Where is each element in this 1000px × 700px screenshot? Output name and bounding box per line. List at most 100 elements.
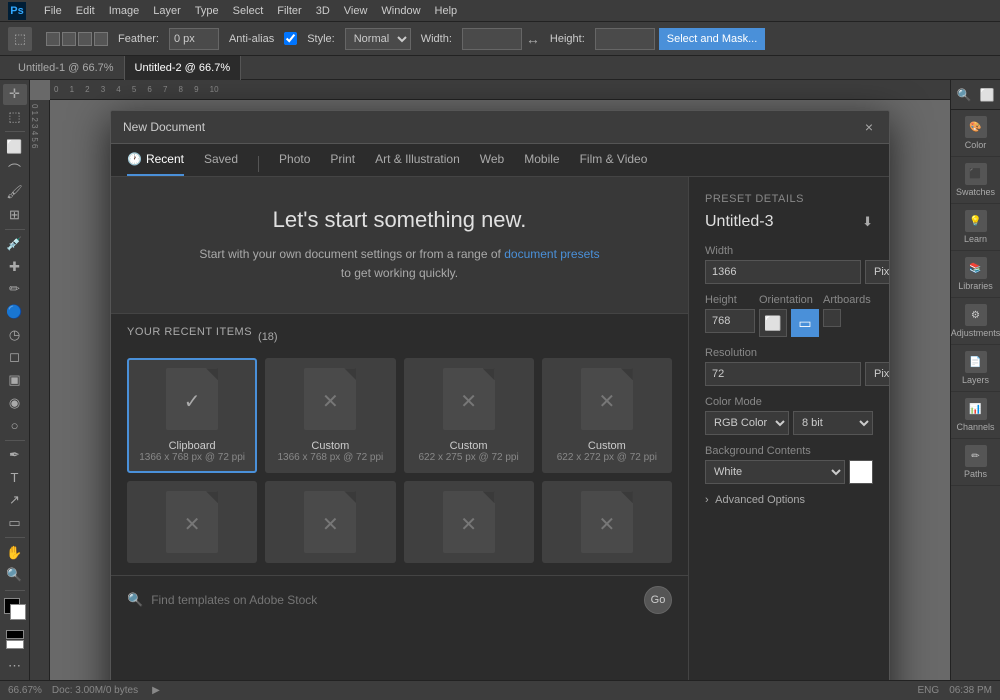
menu-select[interactable]: Select	[233, 5, 264, 17]
menu-file[interactable]: File	[44, 5, 62, 17]
tool-dodge[interactable]: ○	[3, 415, 27, 436]
resolution-unit-select[interactable]: Pixels/Inch	[865, 362, 890, 386]
panel-libraries[interactable]: 📚 Libraries	[951, 251, 1000, 298]
dialog-header: New Document ×	[111, 111, 889, 144]
menu-3d[interactable]: 3D	[316, 5, 330, 17]
template-search-input[interactable]	[151, 593, 636, 607]
height-input[interactable]	[595, 28, 655, 50]
recent-item-0[interactable]: ✕ Custom 1366 x 768 px @ 72 ppi	[265, 358, 395, 473]
resolution-field[interactable]	[705, 362, 861, 386]
menu-help[interactable]: Help	[435, 5, 458, 17]
nav-saved[interactable]: Saved	[204, 152, 238, 176]
recent-item-4[interactable]: ✕	[127, 481, 257, 563]
tool-pen[interactable]: ✒	[3, 445, 27, 466]
menu-type[interactable]: Type	[195, 5, 219, 17]
tool-gradient[interactable]: ▣	[3, 370, 27, 391]
menu-edit[interactable]: Edit	[76, 5, 95, 17]
nav-recent[interactable]: 🕐 Recent	[127, 152, 184, 176]
recent-item-5[interactable]: ✕	[265, 481, 395, 563]
color-depth-select[interactable]: 8 bit	[793, 411, 873, 435]
nav-web[interactable]: Web	[480, 152, 504, 176]
background-select[interactable]: White	[705, 460, 845, 484]
menu-image[interactable]: Image	[109, 5, 140, 17]
file-icon-0: ✕	[300, 368, 360, 436]
item-clipboard-name: Clipboard	[169, 440, 216, 452]
recent-item-7[interactable]: ✕	[542, 481, 672, 563]
menu-view[interactable]: View	[344, 5, 368, 17]
advanced-options-toggle[interactable]: › Advanced Options	[705, 494, 873, 506]
panel-adjustments[interactable]: ⚙ Adjustments	[951, 298, 1000, 345]
width-input[interactable]	[462, 28, 522, 50]
tool-brush[interactable]: ✏	[3, 279, 27, 300]
tool-type[interactable]: T	[3, 467, 27, 488]
menu-filter[interactable]: Filter	[277, 5, 301, 17]
background-row: White	[705, 460, 873, 484]
dialog-close-button[interactable]: ×	[861, 119, 877, 135]
panel-learn[interactable]: 💡 Learn	[951, 204, 1000, 251]
tool-quickselect[interactable]: 🖌	[3, 182, 27, 203]
style-select[interactable]: Normal	[345, 28, 411, 50]
menu-layer[interactable]: Layer	[153, 5, 181, 17]
artboards-checkbox[interactable]	[823, 309, 841, 327]
welcome-link[interactable]: document presets	[504, 247, 599, 261]
go-button[interactable]: Go	[644, 586, 672, 614]
resolution-field-row: Pixels/Inch	[705, 362, 873, 386]
tool-selector[interactable]: ⬚	[8, 27, 32, 51]
feather-input[interactable]	[169, 28, 219, 50]
tool-move[interactable]: ✛	[3, 84, 27, 105]
tool-artboard[interactable]: ⬚	[3, 107, 27, 128]
tool-eraser[interactable]: ◻	[3, 347, 27, 368]
height-field[interactable]	[705, 309, 755, 333]
background-color[interactable]	[10, 604, 26, 620]
panel-channels[interactable]: 📊 Channels	[951, 392, 1000, 439]
item-3-name: Custom	[588, 440, 626, 452]
tab-bar: Untitled-1 @ 66.7% Untitled-2 @ 66.7%	[0, 56, 1000, 80]
tool-marquee[interactable]: ⬜	[3, 136, 27, 157]
tool-hand[interactable]: ✋	[3, 542, 27, 563]
nav-print[interactable]: Print	[330, 152, 355, 176]
feather-label: Feather:	[112, 31, 165, 47]
tool-healing[interactable]: ✚	[3, 256, 27, 277]
panel-paths[interactable]: ✏ Paths	[951, 439, 1000, 486]
welcome-section: Let's start something new. Start with yo…	[111, 177, 688, 314]
anti-alias-checkbox[interactable]	[284, 32, 297, 45]
background-label: Background Contents	[705, 445, 873, 457]
panel-layers[interactable]: 📄 Layers	[951, 345, 1000, 392]
tool-path[interactable]: ↗	[3, 490, 27, 511]
search-panel-icon[interactable]: 🔍	[957, 88, 972, 102]
panel-color[interactable]: 🎨 Color	[951, 110, 1000, 157]
landscape-btn[interactable]: ▭	[791, 309, 819, 337]
tool-lasso[interactable]: ⌒	[3, 159, 27, 180]
select-mask-button[interactable]: Select and Mask...	[659, 28, 766, 50]
nav-film[interactable]: Film & Video	[580, 152, 648, 176]
color-mode-select[interactable]: RGB Color	[705, 411, 789, 435]
tool-blur[interactable]: ◉	[3, 392, 27, 413]
nav-photo-label: Photo	[279, 152, 310, 166]
panel-color-label: Color	[965, 140, 987, 150]
tool-shape[interactable]: ▭	[3, 513, 27, 534]
tool-extras[interactable]: ⋯	[3, 655, 27, 676]
fg-bg-colors[interactable]	[4, 598, 26, 620]
tool-crop[interactable]: ⊞	[3, 204, 27, 225]
recent-item-clipboard[interactable]: ✓ Clipboard 1366 x 768 px @ 72 ppi	[127, 358, 257, 473]
tool-eyedropper[interactable]: 💉	[3, 234, 27, 255]
recent-item-2[interactable]: ✕ Custom 622 x 275 px @ 72 ppi	[404, 358, 534, 473]
width-field[interactable]	[705, 260, 861, 284]
nav-art[interactable]: Art & Illustration	[375, 152, 460, 176]
portrait-btn[interactable]: ⬜	[759, 309, 787, 337]
panel-icon-1[interactable]: ⬜	[980, 88, 995, 102]
recent-item-6[interactable]: ✕	[404, 481, 534, 563]
tool-stamp[interactable]: 🔵	[3, 302, 27, 323]
recent-item-3[interactable]: ✕ Custom 622 x 272 px @ 72 ppi	[542, 358, 672, 473]
tool-zoom[interactable]: 🔍	[3, 565, 27, 586]
nav-mobile[interactable]: Mobile	[524, 152, 559, 176]
tab-untitled2[interactable]: Untitled-2 @ 66.7%	[125, 56, 242, 80]
save-preset-icon[interactable]: ⬇	[862, 214, 873, 230]
background-color-preview[interactable]	[849, 460, 873, 484]
nav-photo[interactable]: Photo	[279, 152, 310, 176]
menu-window[interactable]: Window	[381, 5, 420, 17]
width-unit-select[interactable]: Pixels	[865, 260, 890, 284]
tool-history[interactable]: ◷	[3, 324, 27, 345]
tab-untitled1[interactable]: Untitled-1 @ 66.7%	[8, 56, 125, 80]
panel-swatches[interactable]: ⬛ Swatches	[951, 157, 1000, 204]
